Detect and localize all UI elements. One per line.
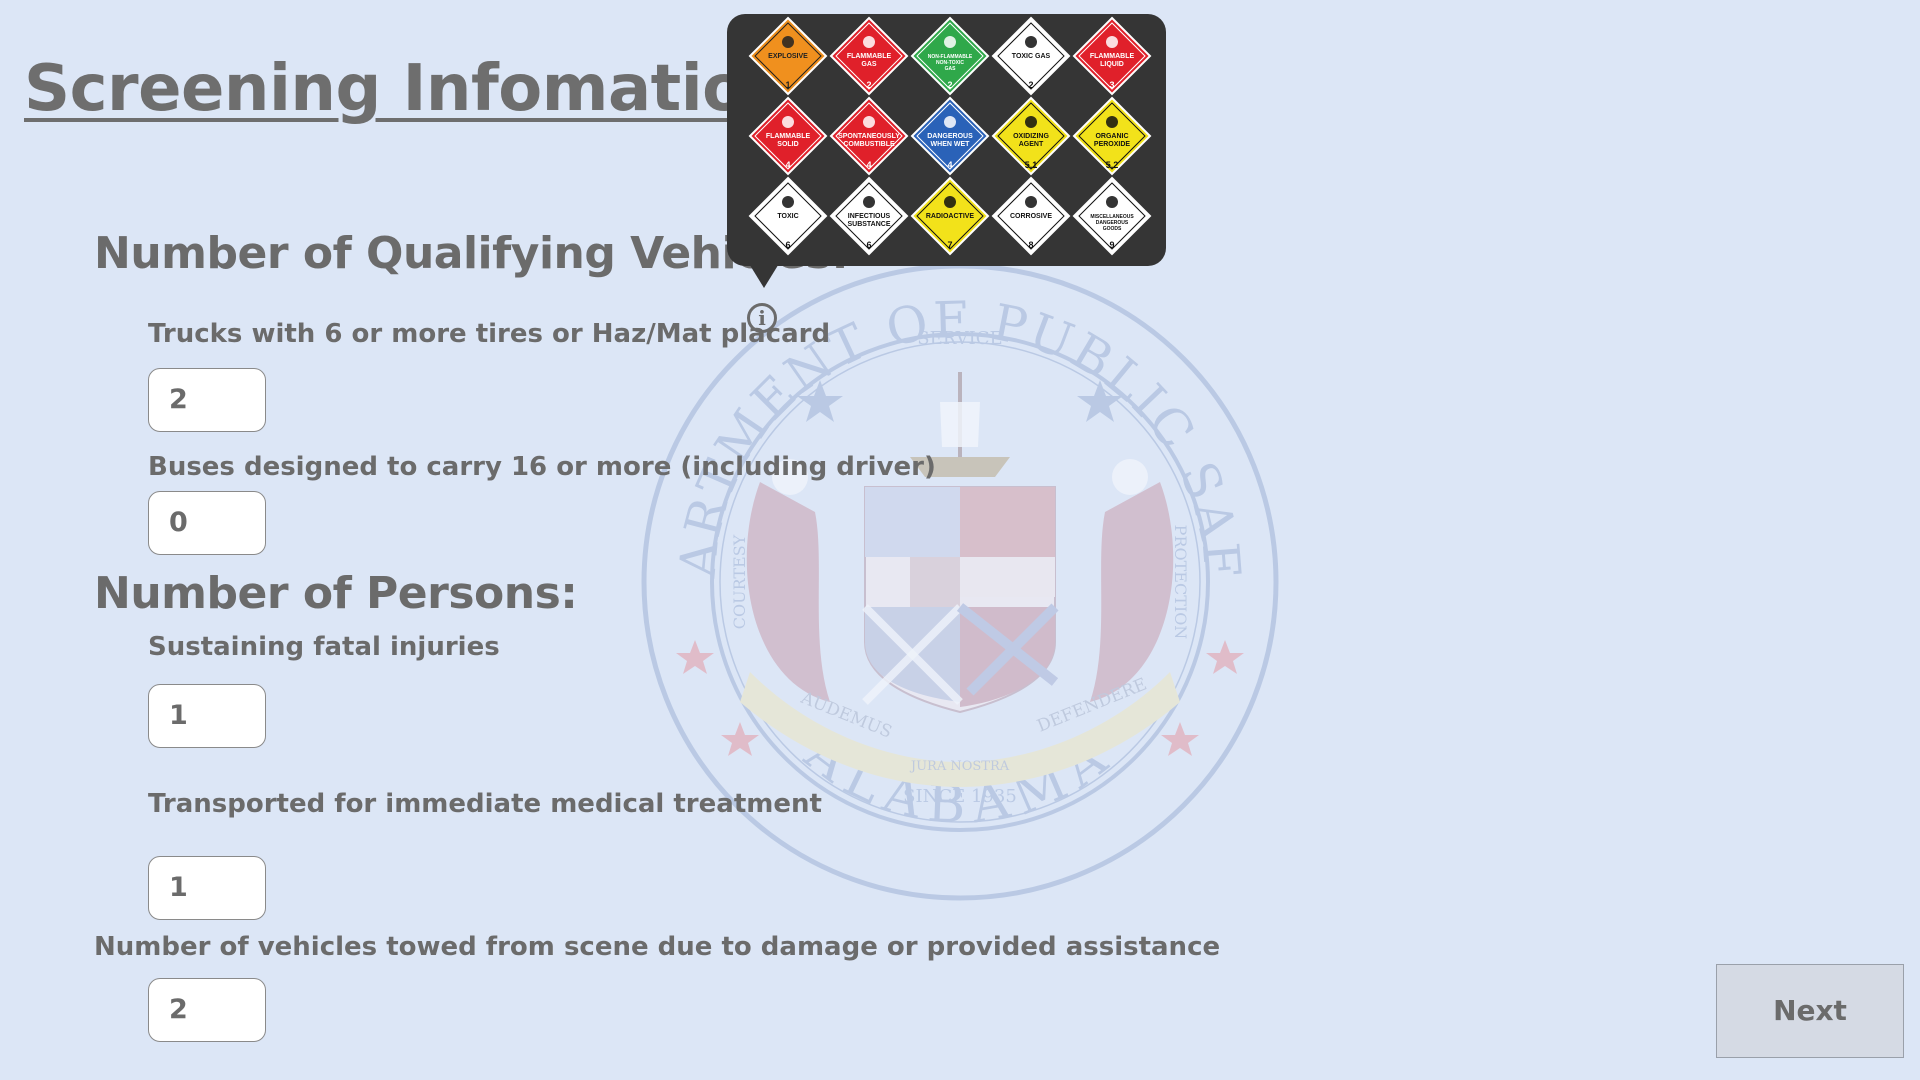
hazmat-placard-icon: FLAMMABLEGAS 2 (829, 16, 909, 96)
hazmat-placard-label: EXPLOSIVE (768, 53, 808, 60)
hazmat-placard-label: INFECTIOUS (848, 213, 891, 220)
hazmat-placard-icon: NON-FLAMMABLENON-TOXICGAS2 (910, 16, 990, 96)
hazmat-placard-tooltip: EXPLOSIVE 1 FLAMMABLE GAS 2 NON-FLAMMABLE NON-… (727, 14, 1166, 266)
hazmat-placard-class: 2 (1028, 80, 1033, 90)
hazmat-placard-icon: DANGEROUSWHEN WET 4 (910, 96, 990, 176)
hazmat-placard-class: 5.1 (1025, 160, 1038, 170)
hazmat-placard-label: CORROSIVE (1010, 213, 1052, 220)
hazmat-placard-class: 4 (785, 160, 790, 170)
fatal-injuries-input[interactable]: 1 (148, 684, 266, 748)
buses-label: Buses designed to carry 16 or more (incl… (148, 452, 936, 482)
seal-courtesy: COURTESY (730, 534, 749, 629)
hazmat-placard-icon: TOXIC GAS 2 (991, 16, 1071, 96)
hazmat-placard-icon: TOXIC 6 (748, 176, 828, 256)
hazmat-placard-icon: RADIOACTIVE 7 (910, 176, 990, 256)
hazmat-placard-class: 9 (1109, 240, 1114, 250)
hazmat-placard-label: AGENT (1019, 141, 1044, 148)
towed-label: Number of vehicles towed from scene due … (94, 932, 1221, 962)
hazmat-placard-label: FLAMMABLE (1090, 53, 1135, 60)
hazmat-placard-icon: SPONTANEOUSLYCOMBUSTIBLE 4 (829, 96, 909, 176)
hazmat-placard-label: TOXIC GAS (1012, 53, 1051, 60)
hazmat-placard-grid: EXPLOSIVE1FLAMMABLEGAS2NON-FLAMMABLENON-… (748, 16, 1152, 256)
hazmat-placard-icon: FLAMMABLELIQUID 3 (1072, 16, 1152, 96)
hazmat-placard-icon: CORROSIVE 8 (991, 176, 1071, 256)
next-button[interactable]: Next (1716, 964, 1904, 1058)
info-icon[interactable]: i (747, 303, 777, 333)
hazmat-placard-icon: ORGANICPEROXIDE 5.2 (1072, 96, 1152, 176)
trucks-count-input[interactable]: 2 (148, 368, 266, 432)
page-title: Screening Infomation (24, 52, 791, 126)
hazmat-placard-class: 2 (866, 80, 871, 90)
hazmat-placard-label: SPONTANEOUSLY (838, 133, 900, 140)
hazmat-placard-label: FLAMMABLE (766, 133, 811, 140)
hazmat-placard-class: 7 (947, 240, 952, 250)
buses-count-input[interactable]: 0 (148, 491, 266, 555)
hazmat-placard-class: 2 (947, 80, 952, 90)
hazmat-placard-label: COMBUSTIBLE (843, 141, 895, 148)
towed-count-input[interactable]: 2 (148, 978, 266, 1042)
transported-input[interactable]: 1 (148, 856, 266, 920)
seal-service: SERVICE (917, 328, 1002, 349)
hazmat-placard-label: FLAMMABLE (847, 53, 892, 60)
tooltip-pointer (748, 262, 780, 288)
hazmat-placard-class: 6 (866, 240, 871, 250)
hazmat-placard-class: 5.2 (1106, 160, 1119, 170)
hazmat-placard-icon: OXIDIZINGAGENT 5.1 (991, 96, 1071, 176)
hazmat-placard-class: 8 (1028, 240, 1033, 250)
trucks-label: Trucks with 6 or more tires or Haz/Mat p… (148, 319, 831, 349)
hazmat-placard-icon: INFECTIOUSSUBSTANCE 6 (829, 176, 909, 256)
hazmat-placard-label: OXIDIZING (1013, 133, 1049, 140)
hazmat-placard-class: 3 (1109, 80, 1114, 90)
hazmat-placard-label: SUBSTANCE (847, 221, 890, 228)
hazmat-placard-label: GAS (945, 66, 957, 72)
fatal-injuries-label: Sustaining fatal injuries (148, 632, 500, 662)
seal-since: SINCE 1935 (903, 786, 1017, 807)
hazmat-placard-label: RADIOACTIVE (926, 213, 975, 220)
hazmat-placard-class: 4 (866, 160, 871, 170)
hazmat-placard-label: GOODS (1103, 226, 1122, 232)
hazmat-placard-label: GAS (861, 61, 877, 68)
seal-motto-mid: JURA NOSTRA (909, 759, 1010, 774)
hazmat-placard-icon: MISCELLANEOUSDANGEROUSGOODS9 (1072, 176, 1152, 256)
hazmat-placard-class: 6 (785, 240, 790, 250)
persons-heading: Number of Persons: (94, 568, 578, 619)
seal-protection: PROTECTION (1171, 525, 1190, 640)
hazmat-placard-label: WHEN WET (931, 141, 971, 148)
hazmat-placard-label: DANGEROUS (927, 133, 973, 140)
info-icon-glyph: i (758, 306, 766, 330)
hazmat-placard-label: TOXIC (777, 213, 798, 220)
hazmat-placard-label: SOLID (777, 141, 798, 148)
transported-label: Transported for immediate medical treatm… (148, 789, 822, 819)
hazmat-placard-icon: EXPLOSIVE 1 (748, 16, 828, 96)
hazmat-placard-label: ORGANIC (1095, 133, 1128, 140)
hazmat-placard-label: PEROXIDE (1094, 141, 1131, 148)
hazmat-placard-label: LIQUID (1100, 61, 1124, 68)
hazmat-placard-icon: FLAMMABLESOLID 4 (748, 96, 828, 176)
hazmat-placard-class: 1 (785, 80, 790, 90)
hazmat-placard-class: 4 (947, 160, 952, 170)
